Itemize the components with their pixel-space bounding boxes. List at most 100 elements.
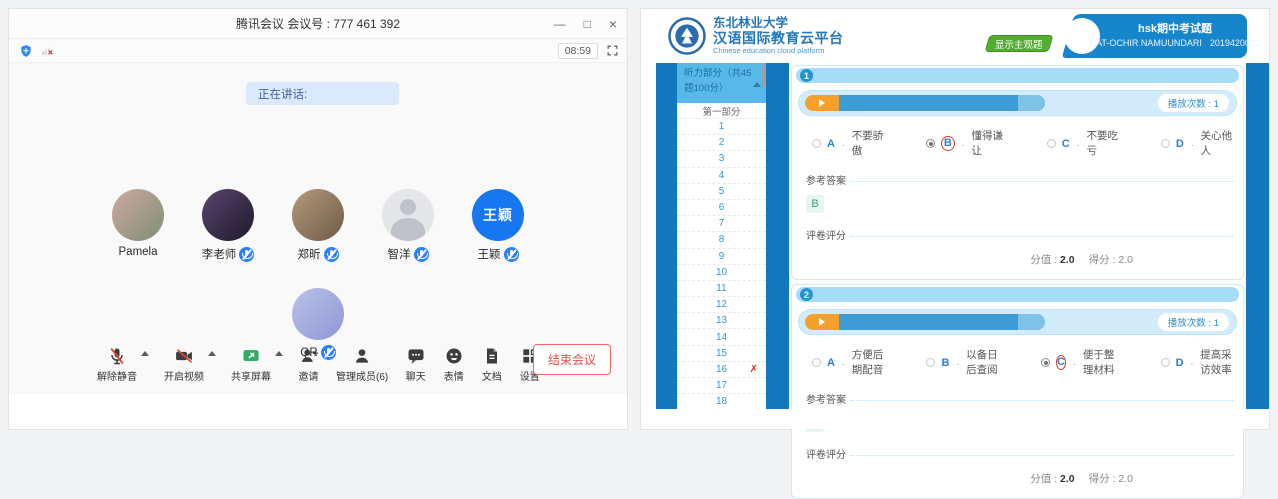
audio-progress-bar[interactable] — [839, 314, 1045, 330]
radio-icon[interactable] — [812, 358, 821, 367]
answer-option[interactable]: A . 方便后期配音 — [812, 347, 888, 377]
question-card: 1 播放次数 : 1 A . 不要骄傲 B . 懂得谦让 C . 不要吃亏 D … — [791, 65, 1244, 280]
sidebar-scrollbar[interactable] — [762, 65, 765, 87]
play-button[interactable] — [805, 95, 839, 111]
answer-option[interactable]: D . 提高采访效率 — [1161, 347, 1237, 377]
edu-main: 听力部分（共45题100分） 第一部分 1 2 3 4 5 6 7 8 — [641, 63, 1269, 411]
answer-option[interactable]: C . 便于整理材料 — [1041, 347, 1123, 377]
radio-icon[interactable] — [1161, 358, 1170, 367]
participant-tile: 王颖 王颖 — [470, 189, 526, 262]
meeting-window: 腾讯会议 会议号 : 777 461 392 — □ × 08:59 正在讲话:… — [8, 8, 628, 430]
question-header: 2 — [796, 287, 1239, 302]
exam-title: hsk期中考试题 — [1138, 22, 1212, 37]
participant-tile: 李老师 — [200, 189, 256, 262]
question-number-item[interactable]: 12 — [677, 297, 766, 313]
student-info: BAT-OCHIR NAMUUNDARI2019420022 — [1090, 37, 1260, 50]
answer-option[interactable]: A . 不要骄傲 — [812, 128, 888, 158]
question-number-item[interactable]: 3 — [677, 151, 766, 167]
reference-answer-label: 参考答案 — [806, 391, 850, 406]
meeting-statusbar: 08:59 — [9, 39, 627, 63]
toolbar-item-share-screen[interactable]: 共享屏幕 — [231, 345, 271, 383]
question-number-item[interactable]: 6 — [677, 200, 766, 216]
caret-up-icon[interactable] — [275, 351, 283, 356]
question-panel: 1 播放次数 : 1 A . 不要骄傲 B . 懂得谦让 C . 不要吃亏 D … — [789, 63, 1246, 411]
platform-name-en: Chinese education cloud platform — [713, 46, 844, 55]
answer-option[interactable]: C . 不要吃亏 — [1047, 128, 1123, 158]
chat-icon — [405, 345, 426, 366]
end-meeting-button[interactable]: 结束会议 — [533, 344, 611, 375]
close-button[interactable]: × — [609, 17, 617, 31]
toolbar-item-label: 聊天 — [406, 368, 426, 383]
question-number-item[interactable]: 7 — [677, 216, 766, 232]
question-number-item[interactable]: 1 — [677, 119, 766, 135]
radio-icon[interactable] — [1047, 139, 1056, 148]
shield-icon[interactable] — [19, 44, 33, 58]
audio-progress-bar[interactable] — [839, 95, 1045, 111]
toolbar-item-camera-off[interactable]: 开启视频 — [164, 345, 204, 383]
question-number-item[interactable]: 8 — [677, 232, 766, 248]
participant-name: 智洋 — [388, 246, 411, 262]
play-count-badge: 播放次数 : 1 — [1157, 312, 1230, 332]
avatar — [292, 189, 344, 241]
question-number-item[interactable]: 5 — [677, 184, 766, 200]
fullscreen-icon[interactable] — [606, 44, 619, 57]
show-subjective-button[interactable]: 显示主观题 — [985, 35, 1054, 52]
question-header: 1 — [796, 68, 1239, 83]
radio-icon[interactable] — [926, 358, 935, 367]
emoji-icon — [443, 345, 464, 366]
question-number-item[interactable]: 2 — [677, 135, 766, 151]
play-icon — [819, 318, 825, 326]
meeting-title: 腾讯会议 会议号 : 777 461 392 — [236, 15, 400, 32]
section-header[interactable]: 听力部分（共45题100分） — [677, 63, 766, 103]
radio-icon[interactable] — [1161, 139, 1170, 148]
question-number-item[interactable]: 13 — [677, 313, 766, 329]
answer-option[interactable]: B . 懂得谦让 — [926, 128, 1009, 158]
question-number-item[interactable]: 10 — [677, 265, 766, 281]
question-number-item[interactable]: 4 — [677, 168, 766, 184]
question-number-item[interactable]: 16 ✗ — [677, 362, 766, 378]
participant-name: Pamela — [119, 246, 158, 258]
university-name: 东北林业大学 — [713, 16, 844, 30]
play-count-badge: 播放次数 : 1 — [1157, 93, 1230, 113]
radio-icon[interactable] — [812, 139, 821, 148]
mic-muted-badge-icon — [324, 247, 339, 262]
answer-option[interactable]: D . 关心他人 — [1161, 128, 1237, 158]
score-row: 分值 : 2.0 得分 : 2.0 — [798, 252, 1133, 267]
toolbar-item-members[interactable]: 管理成员(6) — [336, 345, 388, 383]
university-logo-icon — [667, 16, 707, 56]
minimize-button[interactable]: — — [554, 18, 566, 30]
toolbar-item-invite[interactable]: 邀请 — [298, 345, 319, 383]
caret-up-icon[interactable] — [208, 351, 216, 356]
collapse-arrow-icon — [753, 82, 761, 87]
mic-muted-icon — [107, 345, 128, 366]
toolbar-item-mic-muted[interactable]: 解除静音 — [97, 345, 137, 383]
question-number-item[interactable]: 14 — [677, 329, 766, 345]
caret-up-icon[interactable] — [141, 351, 149, 356]
avatar: 王颖 — [472, 189, 524, 241]
play-button[interactable] — [805, 314, 839, 330]
maximize-button[interactable]: □ — [584, 18, 591, 30]
question-number-item[interactable]: 9 — [677, 249, 766, 265]
radio-icon[interactable] — [1041, 358, 1050, 367]
participant-tile: 智洋 — [380, 189, 436, 262]
options-row: A . 不要骄傲 B . 懂得谦让 C . 不要吃亏 D . 关心他人 — [812, 128, 1237, 158]
grading-label: 评卷评分 — [806, 446, 850, 461]
radio-icon[interactable] — [926, 139, 935, 148]
participant-name: 王颖 — [478, 246, 501, 262]
avatar — [112, 189, 164, 241]
question-number-item[interactable]: 11 — [677, 281, 766, 297]
grading-label: 评卷评分 — [806, 227, 850, 242]
toolbar-item-emoji[interactable]: 表情 — [443, 345, 464, 383]
question-number-item[interactable]: 15 — [677, 346, 766, 362]
toolbar-item-chat[interactable]: 聊天 — [405, 345, 426, 383]
question-number-item[interactable]: 17 — [677, 378, 766, 394]
student-name: BAT-OCHIR NAMUUNDARI — [1090, 38, 1202, 48]
answer-option[interactable]: B . 以备日后查阅 — [926, 347, 1002, 377]
meeting-stage: 正在讲话: Pamela 李老师 郑昕 智洋 王颖 王颖 — [9, 63, 627, 395]
question-number-list: 1 2 3 4 5 6 7 8 9 10 11 — [677, 119, 766, 411]
toolbar-item-label: 共享屏幕 — [231, 368, 271, 383]
toolbar-item-document[interactable]: 文档 — [481, 345, 502, 383]
toolbar-item-label: 邀请 — [299, 368, 319, 383]
question-number-item[interactable]: 18 — [677, 394, 766, 410]
network-bad-icon — [41, 44, 54, 57]
